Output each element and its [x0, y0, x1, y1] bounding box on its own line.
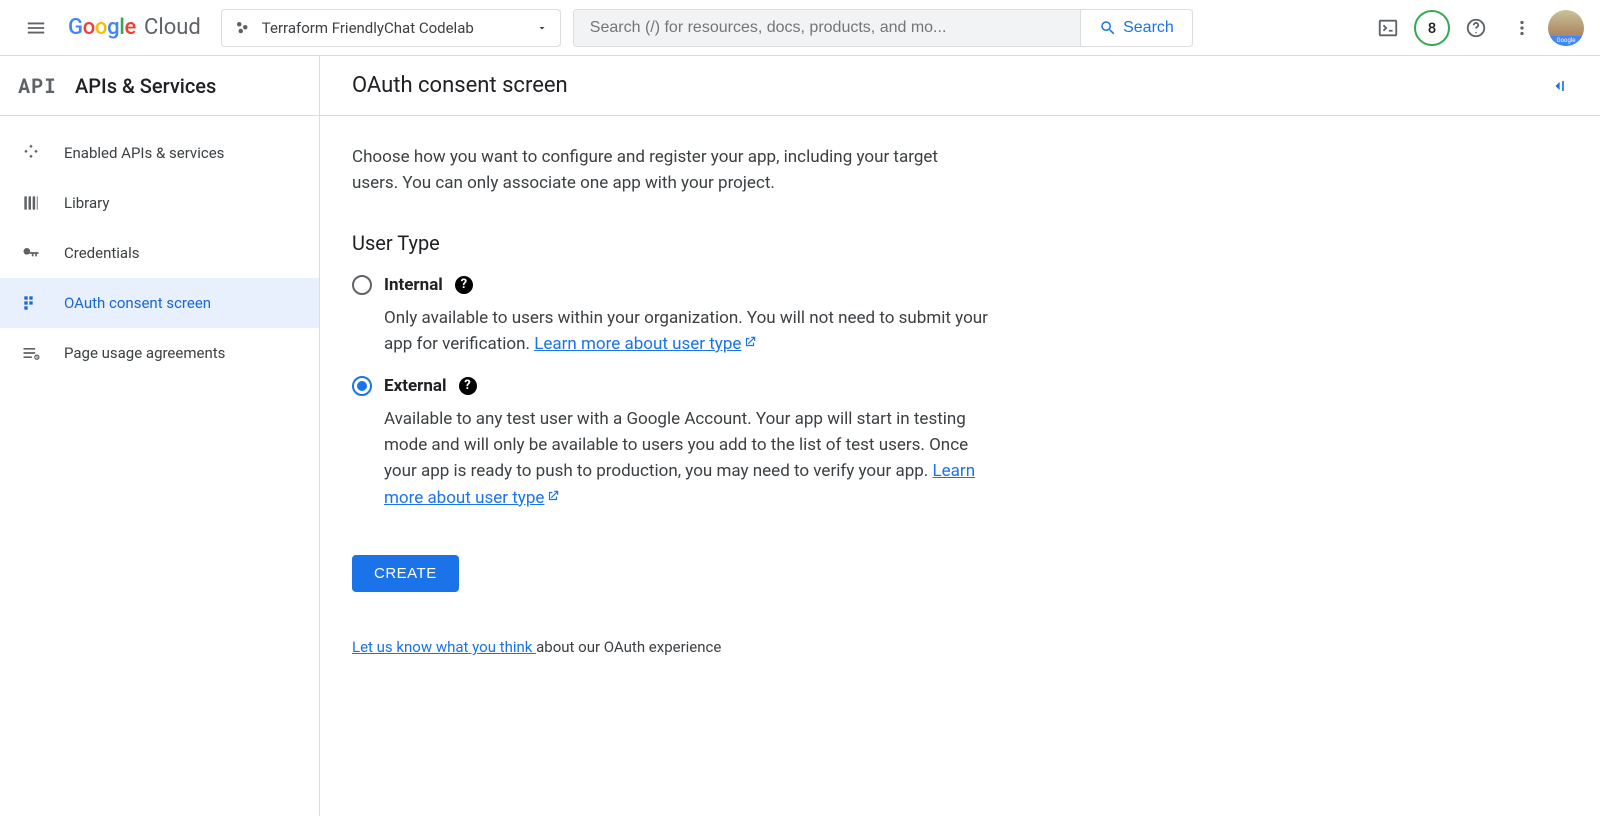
search-icon — [1099, 19, 1117, 37]
help-icon[interactable]: ? — [459, 377, 477, 395]
enabled-apis-icon — [20, 143, 42, 163]
page-title: OAuth consent screen — [352, 73, 568, 98]
cloud-shell-icon — [1377, 17, 1399, 39]
sidebar-item-label: Enabled APIs & services — [64, 144, 224, 162]
sidebar-item-credentials[interactable]: Credentials — [0, 228, 319, 278]
top-actions: 8 — [1368, 8, 1584, 48]
project-icon — [234, 19, 252, 37]
hide-info-panel-button[interactable] — [1548, 76, 1568, 96]
free-trial-badge[interactable]: 8 — [1414, 10, 1450, 46]
radio-option-internal[interactable]: Internal ? — [352, 275, 1328, 295]
sidebar: API APIs & Services Enabled APIs & servi… — [0, 56, 320, 816]
sidebar-header: API APIs & Services — [0, 56, 319, 116]
external-link-icon — [546, 488, 560, 508]
oauth-consent-icon — [20, 293, 42, 313]
account-avatar[interactable] — [1548, 10, 1584, 46]
sidebar-title: APIs & Services — [75, 74, 216, 98]
radio-external[interactable] — [352, 376, 372, 396]
feedback-text: Let us know what you think about our OAu… — [352, 638, 1328, 656]
intro-text: Choose how you want to configure and reg… — [352, 144, 972, 197]
sidebar-nav: Enabled APIs & services Library Credenti… — [0, 116, 319, 390]
credentials-icon — [20, 243, 42, 263]
external-link-icon — [743, 334, 757, 354]
radio-external-label: External — [384, 376, 447, 396]
radio-internal-label: Internal — [384, 275, 443, 295]
help-button[interactable] — [1456, 8, 1496, 48]
nav-menu-button[interactable] — [16, 8, 56, 48]
search-input[interactable] — [574, 19, 1080, 37]
project-name: Terraform FriendlyChat Codelab — [262, 19, 526, 37]
main-header: OAuth consent screen — [320, 56, 1600, 116]
learn-more-internal-link[interactable]: Learn more about user type — [534, 334, 741, 354]
kebab-icon — [1511, 17, 1533, 39]
google-logo: Google — [68, 15, 136, 40]
sidebar-item-label: Credentials — [64, 244, 139, 262]
sidebar-item-label: OAuth consent screen — [64, 294, 211, 312]
search-box: Search — [573, 9, 1193, 47]
hamburger-icon — [25, 17, 47, 39]
help-icon — [1465, 17, 1487, 39]
sidebar-item-page-usage-agreements[interactable]: Page usage agreements — [0, 328, 319, 378]
chevron-left-icon — [1548, 76, 1568, 96]
library-icon — [20, 193, 42, 213]
sidebar-item-enabled-apis[interactable]: Enabled APIs & services — [0, 128, 319, 178]
cloud-word: Cloud — [144, 15, 201, 40]
help-icon[interactable]: ? — [455, 276, 473, 294]
internal-description: Only available to users within your orga… — [352, 305, 992, 358]
sidebar-item-label: Library — [64, 194, 109, 212]
sidebar-item-oauth-consent[interactable]: OAuth consent screen — [0, 278, 319, 328]
sidebar-item-library[interactable]: Library — [0, 178, 319, 228]
api-badge-icon: API — [18, 73, 57, 99]
page-usage-icon — [20, 343, 42, 363]
dropdown-icon — [536, 22, 548, 34]
top-bar: Google Cloud Terraform FriendlyChat Code… — [0, 0, 1600, 56]
cloud-shell-button[interactable] — [1368, 8, 1408, 48]
feedback-link[interactable]: Let us know what you think — [352, 638, 536, 656]
user-type-radio-group: Internal ? Only available to users withi… — [352, 267, 1328, 512]
search-button-label: Search — [1123, 19, 1174, 37]
sidebar-item-label: Page usage agreements — [64, 344, 225, 362]
main-content: OAuth consent screen Choose how you want… — [320, 56, 1600, 816]
user-type-heading: User Type — [352, 231, 1328, 255]
external-description: Available to any test user with a Google… — [352, 406, 992, 512]
search-button[interactable]: Search — [1080, 10, 1192, 46]
google-cloud-logo[interactable]: Google Cloud — [68, 15, 201, 40]
radio-internal[interactable] — [352, 275, 372, 295]
create-button[interactable]: CREATE — [352, 555, 459, 592]
more-options-button[interactable] — [1502, 8, 1542, 48]
project-picker[interactable]: Terraform FriendlyChat Codelab — [221, 9, 561, 47]
radio-option-external[interactable]: External ? — [352, 376, 1328, 396]
